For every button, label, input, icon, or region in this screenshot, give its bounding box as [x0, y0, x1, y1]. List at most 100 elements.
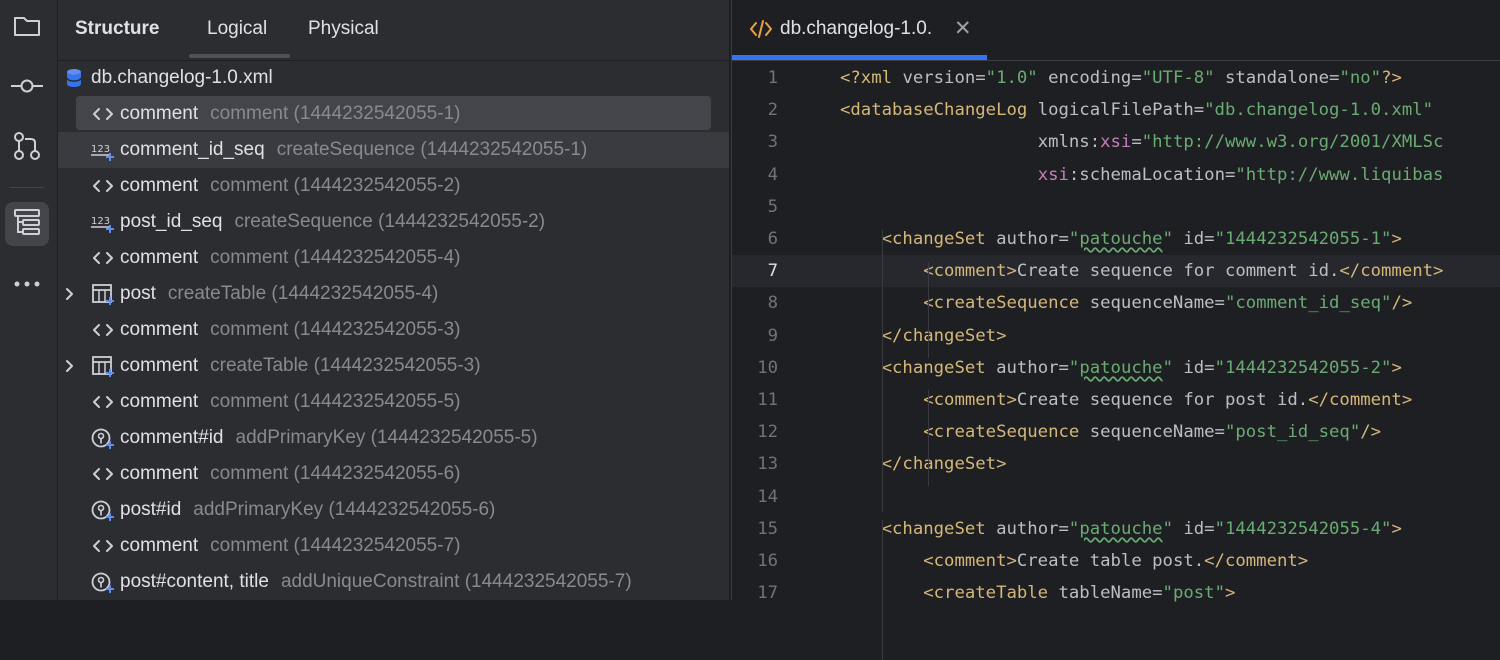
- editor-tabs: db.changelog-1.0. ✕: [732, 0, 1500, 61]
- code-token: "no": [1339, 68, 1382, 88]
- more-tool-button[interactable]: [5, 262, 49, 306]
- line-number: 10: [757, 357, 778, 378]
- code-token: :schemaLocation=: [1068, 164, 1236, 185]
- tree-item-description: addPrimaryKey (1444232542055-5): [235, 427, 538, 448]
- tree-item-name: comment: [120, 391, 199, 412]
- tree-item[interactable]: comment createTable (1444232542055-3): [58, 348, 729, 384]
- tree-root[interactable]: db.changelog-1.0.xml: [58, 60, 729, 96]
- tree-item[interactable]: post createTable (1444232542055-4): [58, 276, 729, 312]
- code-line[interactable]: 1 <?xml version="1.0" encoding="UTF-8" st…: [732, 62, 1500, 94]
- code-line[interactable]: 11 <comment>Create sequence for post id.…: [732, 384, 1500, 416]
- code-line[interactable]: 5: [732, 191, 1500, 223]
- line-source: <?xml version="1.0" encoding="UTF-8" sta…: [840, 68, 1402, 88]
- line-number: 2: [767, 100, 778, 121]
- tree-item[interactable]: comment comment (1444232542055-3): [58, 312, 729, 348]
- tree-item[interactable]: comment comment (1444232542055-4): [58, 240, 729, 276]
- code-token: "1444232542055-2": [1214, 357, 1392, 378]
- tree-item[interactable]: 123 post_id_seq createSequence (1444232542…: [58, 204, 729, 240]
- code-line[interactable]: 2 <databaseChangeLog logicalFilePath="db.…: [732, 94, 1500, 126]
- structure-tool-button[interactable]: [5, 202, 49, 246]
- code-token: version=: [902, 68, 986, 88]
- tree-item[interactable]: comment comment (1444232542055-5): [58, 384, 729, 420]
- tree-item-label: comment createTable (1444232542055-3): [120, 355, 481, 377]
- project-tool-button[interactable]: [5, 6, 49, 50]
- code-line[interactable]: 9 </changeSet>: [732, 320, 1500, 352]
- tree-item-label: comment comment (1444232542055-3): [120, 319, 460, 341]
- chevron-right-icon[interactable]: [62, 358, 78, 374]
- tree-item[interactable]: comment comment (1444232542055-2): [58, 168, 729, 204]
- tree-item-description: createTable (1444232542055-3): [210, 355, 481, 376]
- line-source: xsi:schemaLocation="http://www.liquibas: [840, 164, 1444, 185]
- code-token: "http://www.liquibas: [1235, 164, 1444, 185]
- tree-item-label: comment comment (1444232542055-6): [120, 463, 460, 485]
- structure-tabs: Structure Logical Physical: [58, 0, 729, 61]
- commit-tool-button[interactable]: [5, 66, 49, 110]
- line-number: 11: [757, 390, 778, 410]
- code-line[interactable]: 3 xmlns:xsi="http://www.w3.org/2001/XMLS…: [732, 126, 1500, 158]
- code-line[interactable]: 7 <comment>Create sequence for comment i…: [732, 255, 1500, 288]
- code-line[interactable]: 10 <changeSet author="patouche" id="1444…: [732, 352, 1500, 384]
- code-line[interactable]: 16 <comment>Create table post.</comment>: [732, 545, 1500, 577]
- tree-item-description: comment (1444232542055-3): [210, 319, 461, 340]
- code-line[interactable]: 8 <createSequence sequenceName="comment_…: [732, 287, 1500, 319]
- line-source: <databaseChangeLog logicalFilePath="db.c…: [840, 100, 1433, 120]
- line-number: 12: [757, 422, 778, 443]
- editor-tab-changelog[interactable]: db.changelog-1.0. ✕: [732, 0, 987, 60]
- tree-item[interactable]: post#id addPrimaryKey (1444232542055-6): [58, 492, 729, 528]
- code-token: =: [1131, 132, 1142, 153]
- code-line[interactable]: 6 <changeSet author="patouche" id="14442…: [732, 223, 1500, 255]
- tree-item-description: addPrimaryKey (1444232542055-6): [193, 499, 496, 520]
- tree-item[interactable]: comment comment (1444232542055-6): [58, 456, 729, 492]
- code-token: />: [1391, 293, 1413, 314]
- tree-item-description: comment (1444232542055-2): [210, 175, 461, 196]
- tree-item[interactable]: comment#id addPrimaryKey (1444232542055-5…: [58, 420, 729, 456]
- tree-item-name: post_id_seq: [120, 211, 223, 232]
- code-token: <?xml: [840, 68, 903, 88]
- code-token: "post_id_seq": [1224, 422, 1361, 443]
- code-line[interactable]: 12 <createSequence sequenceName="post_id…: [732, 416, 1500, 448]
- tree-item[interactable]: comment comment (1444232542055-1): [58, 96, 729, 132]
- tree-item-description: comment (1444232542055-4): [210, 247, 461, 268]
- tree-item-name: comment: [120, 463, 199, 484]
- tree-item[interactable]: comment comment (1444232542055-7): [58, 528, 729, 564]
- chevron-right-icon[interactable]: [62, 286, 78, 302]
- code-token: id=: [1172, 229, 1215, 249]
- code-token: "1444232542055-1": [1214, 229, 1392, 249]
- pull-request-icon: [13, 131, 41, 166]
- line-number: 17: [757, 583, 778, 604]
- tree-item-label: comment#id addPrimaryKey (1444232542055-5…: [120, 427, 538, 449]
- code-line[interactable]: 17 <createTable tableName="post">: [732, 577, 1500, 609]
- pull-requests-tool-button[interactable]: [5, 126, 49, 170]
- tree-item[interactable]: post#content, title addUniqueConstraint (…: [58, 564, 729, 600]
- line-number: 8: [767, 293, 778, 314]
- tree-item-label: post createTable (1444232542055-4): [120, 283, 438, 305]
- code-token: <changeSet: [881, 518, 997, 539]
- tab-logical[interactable]: Logical: [207, 18, 267, 40]
- tree-item-description: addUniqueConstraint (1444232542055-7): [280, 571, 632, 592]
- tree-item-name: comment#id: [120, 427, 224, 448]
- xml-tag-icon: [91, 463, 115, 485]
- tree-item-description: comment (1444232542055-5): [210, 391, 461, 412]
- tree-root-label: db.changelog-1.0.xml: [91, 67, 273, 88]
- tree-item-label: comment comment (1444232542055-4): [120, 247, 460, 269]
- code-token: >: [1391, 229, 1402, 249]
- tree-item-description: createSequence (1444232542055-2): [234, 211, 546, 232]
- code-line[interactable]: 15 <changeSet author="patouche" id="1444…: [732, 513, 1500, 545]
- tree-item[interactable]: 123 comment_id_seq createSequence (1444232…: [58, 132, 729, 168]
- code-line[interactable]: 14: [732, 481, 1500, 513]
- table-icon: [91, 283, 115, 305]
- close-icon[interactable]: ✕: [954, 16, 972, 41]
- xml-tag-icon: [91, 103, 115, 125]
- code-line[interactable]: 13 </changeSet>: [732, 448, 1500, 480]
- code-line[interactable]: 4 xsi:schemaLocation="http://www.liquiba…: [732, 159, 1500, 191]
- line-number: 7: [767, 261, 778, 282]
- code-token: <comment>: [923, 551, 1017, 571]
- tree-item-name: post: [120, 283, 156, 304]
- code-token: <createSequence: [923, 293, 1090, 314]
- tab-physical[interactable]: Physical: [308, 18, 379, 40]
- code-token: </changeSet>: [881, 325, 1007, 346]
